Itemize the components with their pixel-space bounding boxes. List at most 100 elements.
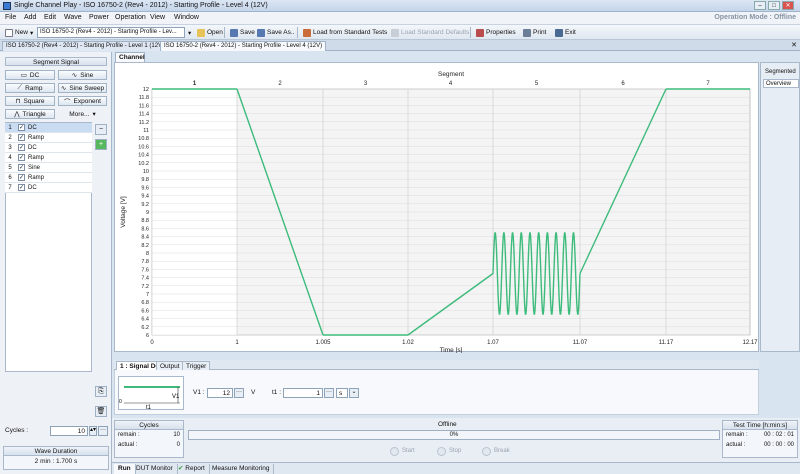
checkbox[interactable]: ✓: [18, 164, 25, 171]
tab-dut-monitor[interactable]: DUT Monitor: [132, 464, 178, 474]
close-tab-icon[interactable]: ✕: [791, 41, 797, 49]
folder-open-icon: [197, 28, 205, 37]
properties-button[interactable]: Properties: [473, 27, 519, 38]
channel-tab[interactable]: Channel: [115, 52, 145, 62]
checkbox[interactable]: ✓: [18, 154, 25, 161]
x-tick-label: 0: [150, 340, 154, 346]
segment-number-label: 6: [621, 81, 625, 87]
v1-input[interactable]: 12: [207, 388, 233, 398]
segment-row-3[interactable]: 3 ✓ DC: [5, 143, 92, 153]
sine-sweep-icon: ∿: [60, 85, 67, 92]
segment-row-2[interactable]: 2 ✓ Ramp: [5, 133, 92, 143]
segment-number-label: 2: [278, 81, 282, 87]
segment-row-4[interactable]: 4 ✓ Ramp: [5, 153, 92, 163]
menu-wave[interactable]: Wave: [64, 14, 82, 21]
segment-number-label: 1: [193, 81, 197, 87]
y-tick-label: 6.2: [141, 325, 149, 331]
t1-unit-select[interactable]: s: [336, 388, 348, 398]
segment-number-label: 4: [449, 81, 453, 87]
close-button[interactable]: ✕: [782, 1, 794, 10]
window-title: Single Channel Play - ISO 16750-2 (Rev4 …: [14, 2, 268, 9]
y-tick-label: 11.6: [139, 103, 149, 109]
profile-dropdown-button[interactable]: ▾: [185, 27, 193, 38]
add-dc-button[interactable]: ▭ DC: [5, 70, 55, 80]
t1-more-button[interactable]: ···: [324, 388, 334, 398]
add-exponent-button[interactable]: ⌒ Exponent: [58, 96, 107, 106]
y-tick-label: 7.6: [141, 267, 149, 273]
y-tick-label: 8.2: [141, 243, 149, 249]
print-button[interactable]: Print: [520, 27, 549, 38]
trash-icon[interactable]: 🗑: [95, 406, 107, 417]
operation-mode-label: Operation Mode : Offline: [714, 14, 796, 21]
segment-row-6[interactable]: 6 ✓ Ramp: [5, 173, 92, 183]
menu-add[interactable]: Add: [24, 14, 36, 21]
start-button[interactable]: Start: [390, 446, 415, 456]
save-as-button[interactable]: Save As..: [254, 27, 297, 38]
sine-icon: ∿: [71, 72, 78, 79]
menu-view[interactable]: View: [150, 14, 165, 21]
break-button[interactable]: Break: [482, 446, 510, 456]
y-tick-label: 7.4: [141, 276, 149, 282]
checkbox[interactable]: ✓: [18, 134, 25, 141]
unit-dropdown-button[interactable]: ⌄: [349, 388, 359, 398]
tab-report[interactable]: ✔ Report: [174, 464, 210, 474]
cycles-box-header: Cycles: [115, 421, 183, 430]
cycles-more-button[interactable]: ···: [98, 426, 108, 436]
checkbox[interactable]: ✓: [18, 124, 25, 131]
y-tick-label: 10.6: [138, 144, 149, 150]
v1-more-button[interactable]: ···: [234, 388, 244, 398]
add-sine-sweep-button[interactable]: ∿ Sine Sweep: [58, 83, 107, 93]
cycles-spinner[interactable]: ▴▾: [89, 426, 97, 436]
checkbox[interactable]: ✓: [18, 184, 25, 191]
add-sine-button[interactable]: ∿ Sine: [58, 70, 107, 80]
delete-segment-icon[interactable]: −: [95, 124, 107, 135]
cycles-box: Cycles remain : 10 actual : 0: [114, 420, 184, 458]
diagram-v1-label: V1: [172, 394, 180, 400]
tab-measure-monitoring[interactable]: Measure Monitoring: [208, 464, 275, 474]
minimize-button[interactable]: –: [754, 1, 766, 10]
t1-input[interactable]: 1: [283, 388, 323, 398]
tab-output[interactable]: Output: [156, 361, 184, 370]
stop-button[interactable]: Stop: [437, 446, 461, 456]
doc-tab-level4[interactable]: ISO 16750-2 (Rev4 - 2012) - Starting Pro…: [160, 41, 327, 51]
overview-view-option[interactable]: Overview: [763, 79, 799, 88]
wave-duration-value: 2 min : 1.700 s: [34, 458, 78, 465]
segment-row-1[interactable]: 1 ✓ DC: [5, 123, 92, 133]
y-tick-label: 11.2: [139, 120, 149, 126]
load-standard-defaults-button[interactable]: Load Standard Defaults: [388, 27, 472, 38]
checkbox[interactable]: ✓: [18, 144, 25, 151]
copy-icon[interactable]: ⎘: [95, 386, 107, 397]
add-square-button[interactable]: ⊓ Square: [5, 96, 55, 106]
menu-power[interactable]: Power: [89, 14, 109, 21]
segment-number-label: 5: [535, 81, 539, 87]
dc-icon: ▭: [20, 72, 27, 79]
y-tick-label: 8.8: [141, 218, 149, 224]
menu-file[interactable]: File: [5, 14, 16, 21]
segment-row-5[interactable]: 5 ✓ Sine: [5, 163, 92, 173]
run-state: Offline: [438, 421, 457, 428]
segment-row-7[interactable]: 7 ✓ DC: [5, 183, 92, 193]
doc-tab-level1[interactable]: ISO 16750-2 (Rev4 - 2012) - Starting Pro…: [2, 41, 169, 51]
menu-edit[interactable]: Edit: [44, 14, 56, 21]
load-standard-tests-button[interactable]: Load from Standard Tests: [300, 27, 390, 38]
stop-icon: [437, 446, 446, 456]
add-ramp-button[interactable]: ⟋ Ramp: [5, 83, 55, 93]
add-segment-icon[interactable]: +: [95, 139, 107, 150]
check-icon: ✔: [178, 465, 184, 472]
menu-window[interactable]: Window: [174, 14, 199, 21]
profile-select[interactable]: ISO 16750-2 (Rev4 - 2012) - Starting Pro…: [37, 27, 185, 38]
add-triangle-button[interactable]: ⋀ Triangle: [5, 109, 55, 119]
checkbox[interactable]: ✓: [18, 174, 25, 181]
exit-button[interactable]: Exit: [552, 27, 579, 38]
open-button[interactable]: Open: [194, 27, 226, 38]
chevron-down-icon: ▾: [30, 29, 34, 37]
more-button[interactable]: More... ▾: [58, 109, 107, 119]
menu-operation[interactable]: Operation: [115, 14, 146, 21]
tab-trigger[interactable]: Trigger: [182, 361, 211, 370]
cycles-input[interactable]: 10: [50, 426, 88, 436]
maximize-button[interactable]: □: [768, 1, 780, 10]
y-tick-label: 10.8: [138, 136, 149, 142]
segmented-view-option[interactable]: Segmented: [763, 68, 799, 77]
y-tick-label: 8: [146, 251, 149, 257]
new-button[interactable]: New ▾: [2, 27, 36, 38]
